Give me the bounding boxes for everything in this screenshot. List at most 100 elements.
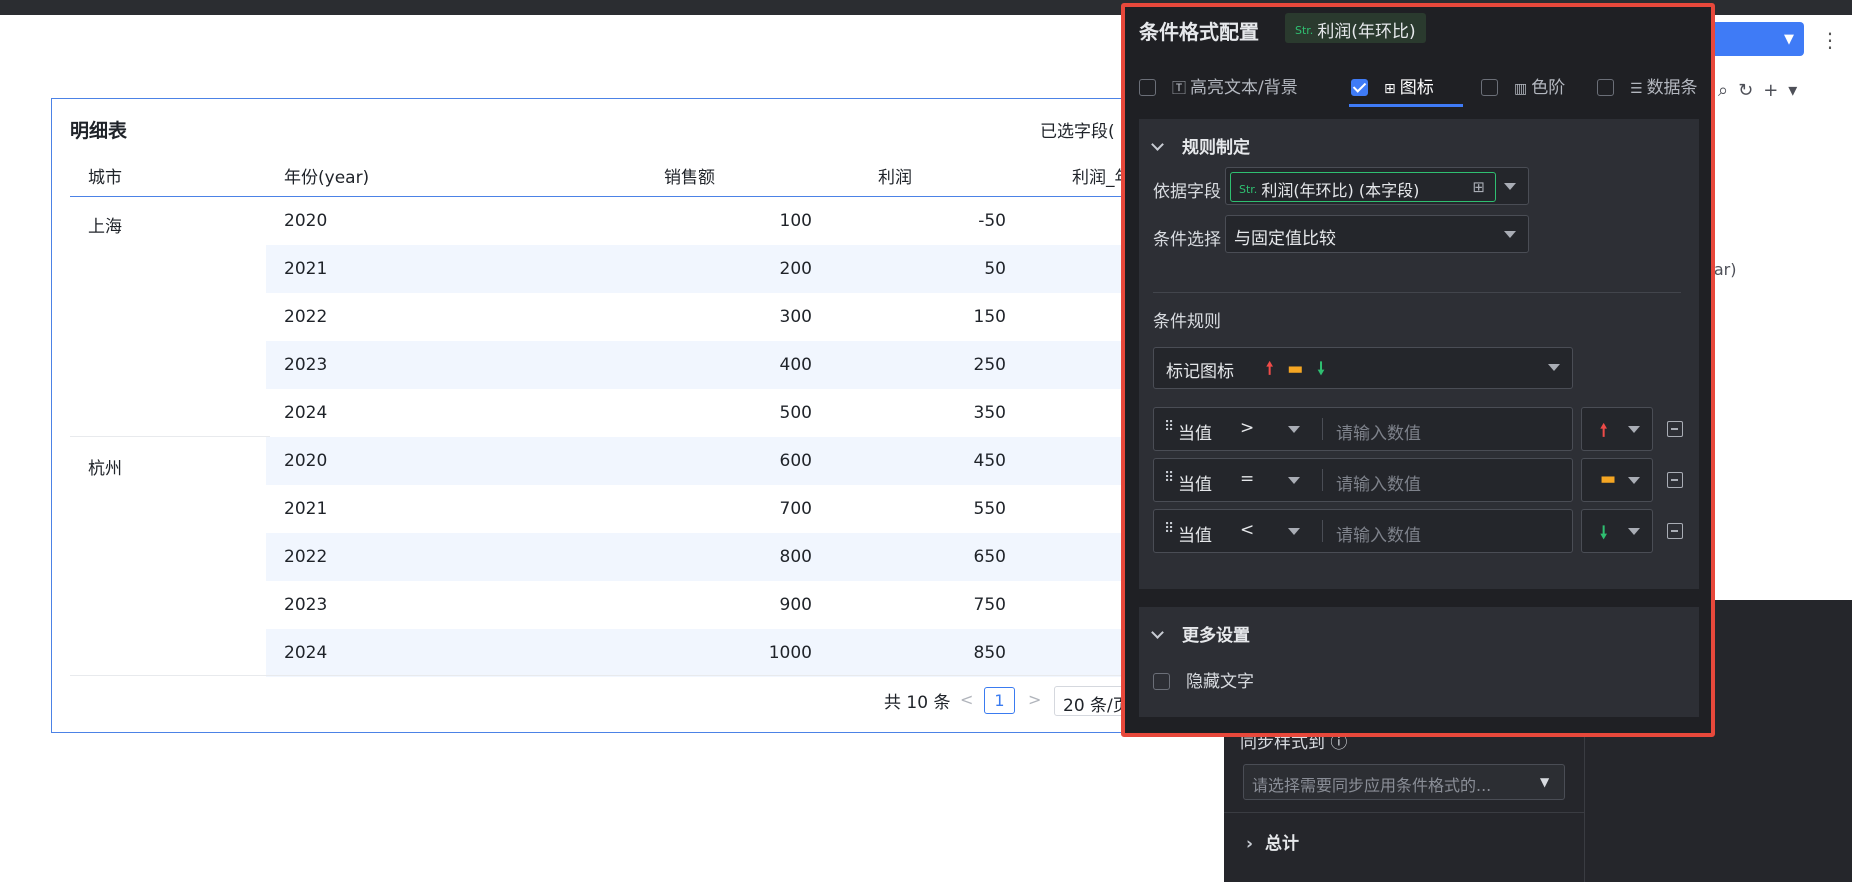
rule-operator-select[interactable]: > <box>1240 418 1254 438</box>
rule-condition-box: ⠿ 当值 = 请输入数值 <box>1153 458 1573 502</box>
string-type-icon: Str. <box>1239 183 1258 196</box>
dash-icon: ▬ <box>1600 469 1617 489</box>
more-settings-section: 更多设置 隐藏文字 <box>1139 607 1699 717</box>
hide-text-label: 隐藏文字 <box>1186 672 1254 692</box>
rule-when-label: 当值 <box>1178 475 1212 495</box>
pager-total: 共 10 条 <box>884 693 951 713</box>
table-title: 明细表 <box>70 120 128 142</box>
profit-cell: 750 <box>973 595 1006 615</box>
search-icon[interactable]: ⌕ <box>1718 80 1738 101</box>
rule-icon-select[interactable]: 🠗 <box>1581 509 1653 553</box>
total-section-toggle[interactable]: › 总计 <box>1246 829 1299 854</box>
basis-field-select[interactable]: Str. 利润(年环比) (本字段) ⊞ <box>1225 167 1529 205</box>
add-icon[interactable]: + <box>1763 80 1788 101</box>
rule-condition-box: ⠿ 当值 > 请输入数值 <box>1153 407 1573 451</box>
grid-icon: ⊞ <box>1384 81 1396 97</box>
profit-cell: 250 <box>973 355 1006 375</box>
text-icon: 🅃 <box>1172 81 1186 97</box>
tab-highlight-checkbox[interactable] <box>1139 79 1156 96</box>
city-cell-shanghai: 上海 <box>88 217 122 237</box>
column-header-sales[interactable]: 销售额 <box>664 163 715 188</box>
city-cell-hangzhou: 杭州 <box>88 459 122 479</box>
rule-operator-select[interactable]: < <box>1240 520 1254 540</box>
rule-when-label: 当值 <box>1178 424 1212 444</box>
divider <box>1322 469 1323 491</box>
rule-icon-select[interactable]: ▬ <box>1581 458 1653 502</box>
marker-icon-label: 标记图标 <box>1166 362 1234 382</box>
divider <box>1322 520 1323 542</box>
tab-color-scale-checkbox[interactable] <box>1481 79 1498 96</box>
profit-cell: 650 <box>973 547 1006 567</box>
profit-cell: -50 <box>978 211 1006 231</box>
chevron-down-icon: ▼ <box>1540 775 1550 789</box>
remove-rule-icon[interactable] <box>1667 472 1683 488</box>
dash-icon: ▬ <box>1287 359 1318 379</box>
year-cell: 2023 <box>284 595 328 615</box>
profit-cell: 550 <box>973 499 1006 519</box>
hide-text-option[interactable]: 隐藏文字 <box>1153 667 1254 692</box>
table-row: 2024100085013.33% <box>266 629 1246 677</box>
tab-color-scale[interactable]: ▥ 色阶 <box>1481 73 1565 98</box>
rule-row: ⠿ 当值 < 请输入数值 🠗 <box>1153 509 1683 553</box>
more-settings-toggle[interactable]: 更多设置 <box>1151 621 1250 646</box>
rule-value-input[interactable]: 请输入数值 <box>1336 419 1421 444</box>
condition-select[interactable]: 与固定值比较 <box>1225 215 1529 253</box>
drag-handle-icon[interactable]: ⠿ <box>1164 419 1174 435</box>
rule-value-input[interactable]: 请输入数值 <box>1336 521 1421 546</box>
divider <box>1322 418 1323 440</box>
tab-highlight[interactable]: 🅃 高亮文本/背景 <box>1139 73 1298 98</box>
sales-cell: 600 <box>779 451 812 471</box>
rule-icon-select[interactable]: 🠕 <box>1581 407 1653 451</box>
arrow-down-icon: 🠗 <box>1317 359 1339 379</box>
tab-label: 高亮文本/背景 <box>1190 78 1298 98</box>
column-header-year[interactable]: 年份(year) <box>284 163 369 188</box>
chevron-down-icon[interactable]: ▾ <box>1788 80 1807 101</box>
sync-style-select[interactable]: 请选择需要同步应用条件格式的... <box>1243 764 1565 800</box>
condition-rules-label: 条件规则 <box>1153 312 1221 332</box>
table-bottom-border <box>70 675 1240 676</box>
table-row: 202340025066.67 <box>266 341 1246 389</box>
sales-cell: 200 <box>779 259 812 279</box>
tab-data-bar[interactable]: ☰ 数据条 <box>1597 73 1698 98</box>
tab-label: 色阶 <box>1531 78 1566 98</box>
string-type-icon: Str. <box>1295 24 1314 37</box>
table-row: 202450035040.00 <box>266 389 1246 437</box>
rule-row: ⠿ 当值 = 请输入数值 ▬ <box>1153 458 1683 502</box>
year-cell: 2021 <box>284 499 328 519</box>
drag-handle-icon[interactable]: ⠿ <box>1164 470 1174 486</box>
rules-section-toggle[interactable]: 规则制定 <box>1151 133 1250 158</box>
pager-next-icon[interactable]: > <box>1028 690 1041 709</box>
remove-rule-icon[interactable] <box>1667 523 1683 539</box>
tab-data-bar-checkbox[interactable] <box>1597 79 1614 96</box>
tab-icon-set[interactable]: ⊞ 图标 <box>1351 73 1434 98</box>
chevron-right-icon: › <box>1246 834 1254 854</box>
sales-cell: 900 <box>779 595 812 615</box>
table-header: 城市 年份(year) 销售额 利润 利润_年 <box>70 151 1240 197</box>
rule-value-input[interactable]: 请输入数值 <box>1336 470 1421 495</box>
pager-prev-icon[interactable]: < <box>960 690 973 709</box>
tab-label: 图标 <box>1399 78 1434 98</box>
rule-operator-select[interactable]: = <box>1240 469 1254 489</box>
year-cell: 2023 <box>284 355 328 375</box>
hide-text-checkbox[interactable] <box>1153 673 1170 690</box>
popup-title: 条件格式配置 <box>1139 20 1259 44</box>
table-row: 202120050-200.00 <box>266 245 1246 293</box>
drag-handle-icon[interactable]: ⠿ <box>1164 521 1174 537</box>
selected-fields-label[interactable]: 已选字段( <box>1040 117 1115 142</box>
total-label: 总计 <box>1265 834 1300 854</box>
arrow-down-icon: 🠗 <box>1600 523 1608 543</box>
remove-rule-icon[interactable] <box>1667 421 1683 437</box>
rule-condition-box: ⠿ 当值 < 请输入数值 <box>1153 509 1573 553</box>
pager-page-1[interactable]: 1 <box>984 687 1015 714</box>
marker-icon-select[interactable]: 标记图标 🠕▬🠗 <box>1153 347 1573 389</box>
column-header-profit[interactable]: 利润 <box>878 163 912 188</box>
column-header-city[interactable]: 城市 <box>88 163 122 188</box>
city-separator <box>70 436 270 437</box>
refresh-icon[interactable]: ↻ <box>1738 80 1763 101</box>
tab-icon-set-checkbox[interactable] <box>1351 79 1368 96</box>
year-cell: 2022 <box>284 547 328 567</box>
divider <box>1153 292 1681 293</box>
detail-table-card: 明细表 已选字段( 城市 年份(year) 销售额 利润 利润_年 2020 10… <box>51 98 1246 733</box>
rule-row: ⠿ 当值 > 请输入数值 🠕 <box>1153 407 1683 451</box>
more-options-icon[interactable]: ⋮ <box>1820 28 1840 52</box>
